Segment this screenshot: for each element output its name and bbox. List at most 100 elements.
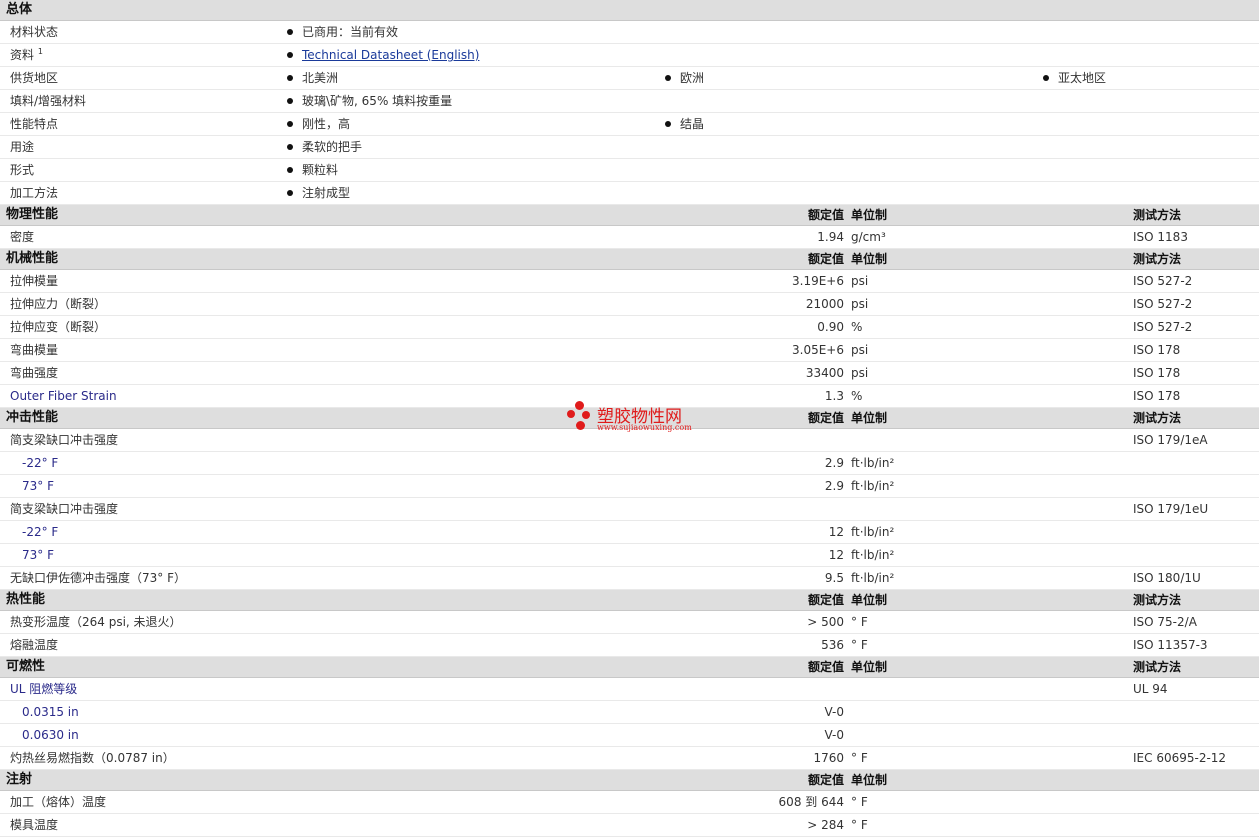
column-header-unit: 单位制: [851, 660, 888, 674]
property-row: 73° F 12 ft·lb/in²: [0, 544, 1259, 567]
unit: ft·lb/in²: [851, 525, 895, 539]
section-header-thermal: 热性能 额定值 单位制 测试方法: [0, 590, 1259, 611]
property-row: 简支梁缺口冲击强度 ISO 179/1eU: [0, 498, 1259, 521]
unit: ft·lb/in²: [851, 571, 895, 585]
section-header-general: 总体: [0, 0, 1259, 21]
nominal-value: > 500: [807, 615, 844, 629]
property-label: 供货地区: [10, 71, 59, 85]
unit: ft·lb/in²: [851, 548, 895, 562]
property-label: 熔融温度: [10, 638, 59, 652]
unit: ° F: [851, 751, 868, 765]
property-row: 0.0315 in V-0: [0, 701, 1259, 724]
column-header-value: 额定值: [807, 411, 844, 425]
nominal-value: 3.19E+6: [792, 274, 844, 288]
property-sublabel: 73° F: [22, 479, 54, 493]
test-method: ISO 178: [1133, 389, 1181, 403]
section-title: 可燃性: [6, 659, 46, 674]
nominal-value: V-0: [824, 705, 844, 719]
logo-dot-icon: [582, 411, 590, 419]
column-header-unit: 单位制: [851, 252, 888, 266]
test-method: ISO 75-2/A: [1133, 615, 1197, 629]
property-row: 模具温度 > 284 ° F: [0, 814, 1259, 837]
property-label: 性能特点: [10, 117, 59, 131]
property-row: 填料/增强材料 玻璃\矿物, 65% 填料按重量: [0, 90, 1259, 113]
column-header-test-method: 测试方法: [1133, 660, 1182, 674]
logo-dot-icon: [575, 401, 584, 410]
property-row: 资料 1 Technical Datasheet (English): [0, 44, 1259, 67]
property-label-text: 资料: [10, 48, 35, 62]
property-label: 无缺口伊佐德冲击强度（73° F）: [10, 571, 186, 585]
property-label: 资料 1: [10, 44, 43, 66]
property-value-text: 颗粒料: [302, 163, 339, 177]
nominal-value: 1760: [813, 751, 844, 765]
test-method: ISO 178: [1133, 343, 1181, 357]
test-method: UL 94: [1133, 682, 1168, 696]
property-label: 拉伸应力（断裂）: [10, 297, 107, 311]
section-title: 注射: [6, 772, 33, 787]
property-label: 灼热丝易燃指数（0.0787 in）: [10, 751, 175, 765]
column-header-value: 额定值: [807, 208, 844, 222]
property-value: 亚太地区: [1043, 67, 1106, 89]
unit: psi: [851, 366, 869, 380]
property-label: 简支梁缺口冲击强度: [10, 502, 119, 516]
unit: psi: [851, 274, 869, 288]
datasheet-link-text[interactable]: Technical Datasheet (English): [302, 48, 479, 62]
column-header-value: 额定值: [807, 252, 844, 266]
property-label: Outer Fiber Strain: [10, 389, 117, 403]
nominal-value: 12: [828, 548, 844, 562]
logo-dot-icon: [576, 421, 585, 430]
section-title: 机械性能: [6, 251, 59, 266]
column-header-value: 额定值: [807, 660, 844, 674]
section-header-injection: 注射 额定值 单位制: [0, 770, 1259, 791]
property-row: 形式 颗粒料: [0, 159, 1259, 182]
nominal-value: 2.9: [824, 479, 844, 493]
nominal-value: 2.9: [824, 456, 844, 470]
property-value-text: 结晶: [680, 117, 705, 131]
section-title: 热性能: [6, 592, 46, 607]
property-value: 欧洲: [665, 67, 704, 89]
property-row: 拉伸应变（断裂） 0.90% ISO 527-2: [0, 316, 1259, 339]
property-value-text: 亚太地区: [1058, 71, 1107, 85]
property-label: 弯曲模量: [10, 343, 59, 357]
watermark-url: www.sujiaowuxing.com: [597, 423, 692, 432]
property-row: 熔融温度 536 ° F ISO 11357-3: [0, 634, 1259, 657]
test-method: ISO 11357-3: [1133, 638, 1208, 652]
unit: ° F: [851, 795, 868, 809]
property-row: 拉伸模量 3.19E+6 psi ISO 527-2: [0, 270, 1259, 293]
property-value-text: 刚性，高: [302, 117, 351, 131]
property-label: 加工方法: [10, 186, 59, 200]
property-sublabel: -22° F: [22, 525, 59, 539]
watermark-logo: 塑胶物性网 www.sujiaowuxing.com: [565, 401, 705, 435]
property-value-text: 玻璃\矿物, 65% 填料按重量: [302, 94, 453, 108]
unit: ft·lb/in²: [851, 456, 895, 470]
unit: %: [851, 389, 863, 403]
property-label: 密度: [10, 230, 35, 244]
property-row: 供货地区 北美洲 欧洲 亚太地区: [0, 67, 1259, 90]
property-sublabel: -22° F: [22, 456, 59, 470]
unit: ft·lb/in²: [851, 479, 895, 493]
section-header-physical: 物理性能 额定值 单位制 测试方法: [0, 205, 1259, 226]
nominal-value: 33400: [805, 366, 844, 380]
column-header-test-method: 测试方法: [1133, 252, 1182, 266]
nominal-value: 1.94: [817, 230, 844, 244]
property-label: 用途: [10, 140, 35, 154]
property-row: 灼热丝易燃指数（0.0787 in） 1760 ° F IEC 60695-2-12: [0, 747, 1259, 770]
datasheet-link[interactable]: Technical Datasheet (English): [287, 44, 479, 66]
property-row: 热变形温度（264 psi, 未退火） > 500 ° F ISO 75-2/A: [0, 611, 1259, 634]
property-value: 注射成型: [287, 182, 350, 204]
property-row: -22° F 12 ft·lb/in²: [0, 521, 1259, 544]
unit: psi: [851, 343, 869, 357]
nominal-value: 1.3: [824, 389, 844, 403]
property-value-text: 欧洲: [680, 71, 705, 85]
test-method: IEC 60695-2-12: [1133, 751, 1227, 765]
property-label: 拉伸应变（断裂）: [10, 320, 107, 334]
nominal-value: 608 到 644: [778, 795, 844, 809]
column-header-unit: 单位制: [851, 593, 888, 607]
test-method: ISO 179/1eU: [1133, 502, 1209, 516]
property-row: 材料状态 已商用：当前有效: [0, 21, 1259, 44]
property-label: 简支梁缺口冲击强度: [10, 433, 119, 447]
section-header-mechanical: 机械性能 额定值 单位制 测试方法: [0, 249, 1259, 270]
property-label: UL 阻燃等级: [10, 682, 78, 696]
footnote-marker: 1: [37, 47, 43, 56]
section-title: 总体: [6, 2, 33, 17]
